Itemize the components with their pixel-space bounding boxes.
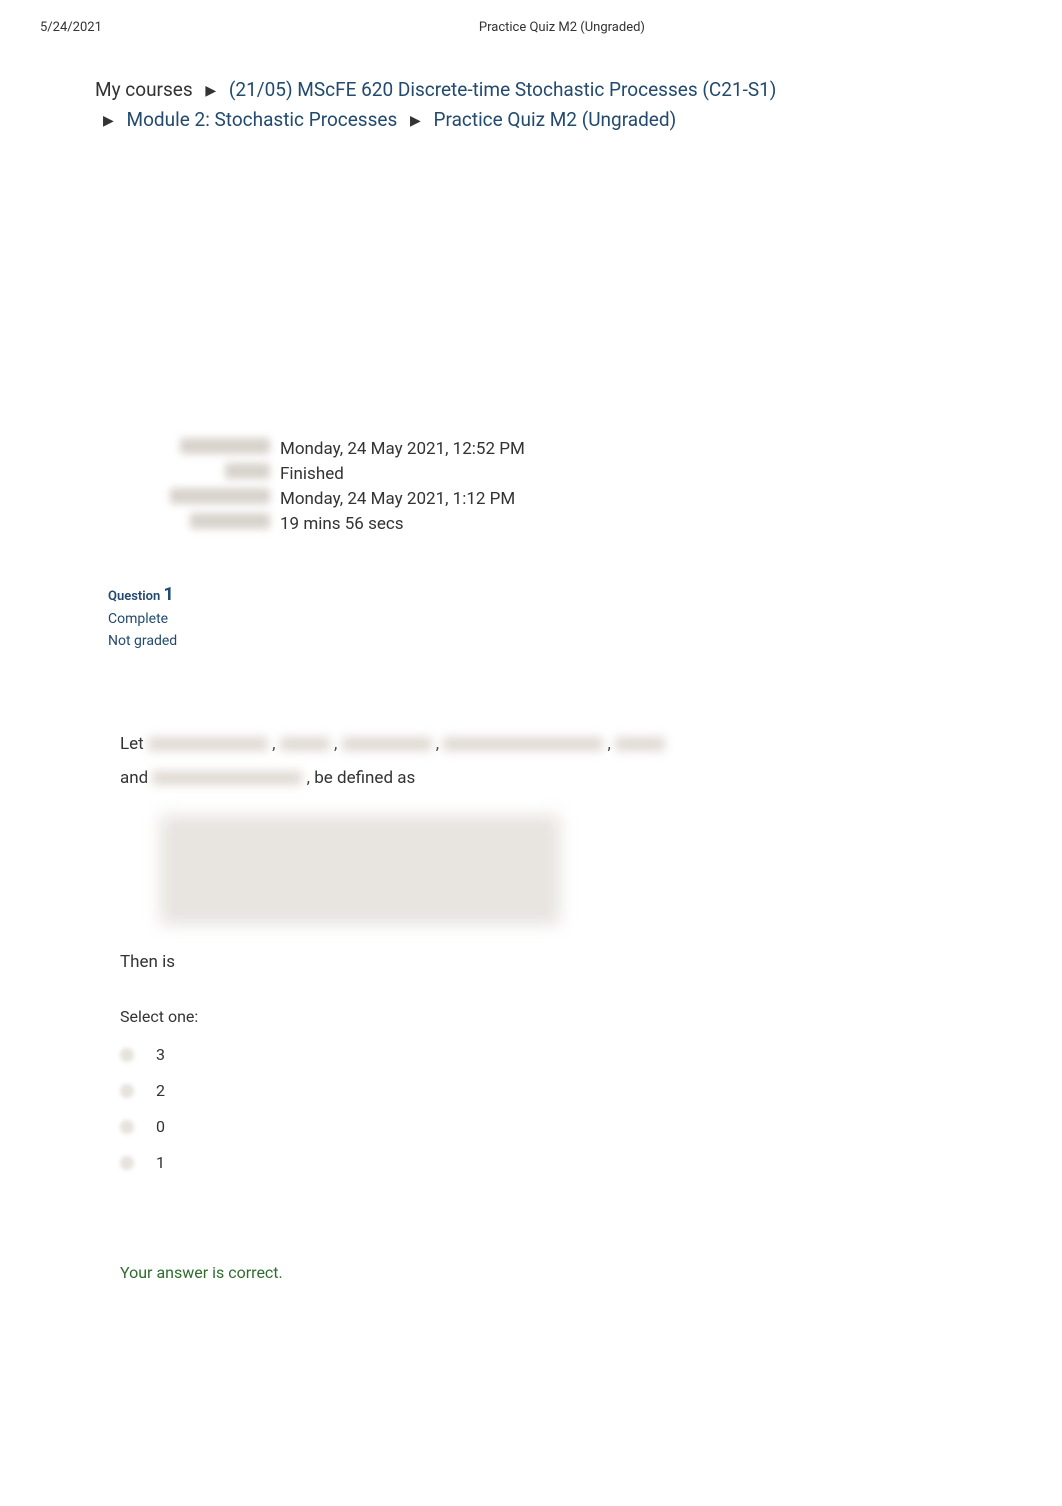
- chevron-right-icon: ▶: [103, 113, 114, 129]
- formula-blur: [280, 737, 330, 751]
- breadcrumb-course[interactable]: (21/05) MScFE 620 Discrete-time Stochast…: [229, 78, 777, 101]
- question-then: Then: [120, 952, 158, 972]
- answer-feedback: Your answer is correct.: [108, 1253, 954, 1342]
- option-row[interactable]: 1: [120, 1147, 942, 1179]
- option-row[interactable]: 0: [120, 1111, 942, 1143]
- question-label: Question: [108, 589, 160, 604]
- question-and: and: [120, 768, 148, 788]
- radio-icon[interactable]: [120, 1120, 134, 1134]
- breadcrumb-page[interactable]: Practice Quiz M2 (Ungraded): [434, 108, 677, 131]
- question-table-image: [160, 815, 560, 925]
- question-number: 1: [164, 584, 174, 605]
- question-let: Let: [120, 734, 144, 754]
- attempt-summary: Monday, 24 May 2021, 12:52 PM Finished M…: [170, 436, 525, 536]
- formula-blur: [615, 737, 665, 751]
- formula-blur: [342, 737, 432, 751]
- question-body: Let , , , , and , be defined as Then is …: [108, 717, 954, 1213]
- time-taken-value: 19 mins 56 secs: [280, 511, 525, 536]
- summary-label-blur: [180, 438, 270, 454]
- radio-icon[interactable]: [120, 1084, 134, 1098]
- summary-label-blur: [170, 488, 270, 504]
- question-header-card: Question 1 Complete Not graded: [108, 566, 972, 667]
- formula-blur: [152, 771, 302, 785]
- summary-label-blur: [225, 463, 270, 479]
- option-label: 3: [156, 1039, 165, 1071]
- formula-blur: [148, 737, 268, 751]
- question-defined-as: , be defined as: [307, 768, 416, 788]
- question-status-complete: Complete: [108, 611, 972, 627]
- answer-options: 3 2 0 1: [120, 1039, 942, 1179]
- select-one-label: Select one:: [120, 1001, 942, 1033]
- breadcrumb-module[interactable]: Module 2: Stochastic Processes: [127, 108, 398, 131]
- radio-icon[interactable]: [120, 1048, 134, 1062]
- completed-on-value: Monday, 24 May 2021, 1:12 PM: [280, 486, 525, 511]
- page-date: 5/24/2021: [40, 20, 102, 35]
- option-label: 0: [156, 1111, 165, 1143]
- page-title-meta: Practice Quiz M2 (Ungraded): [479, 20, 645, 35]
- breadcrumb-root[interactable]: My courses: [95, 78, 193, 101]
- formula-blur: [443, 737, 603, 751]
- chevron-right-icon: ▶: [205, 83, 216, 99]
- radio-icon[interactable]: [120, 1156, 134, 1170]
- question-status-graded: Not graded: [108, 633, 972, 649]
- option-label: 2: [156, 1075, 165, 1107]
- started-on-value: Monday, 24 May 2021, 12:52 PM: [280, 436, 525, 461]
- summary-label-blur: [190, 513, 270, 529]
- option-label: 1: [156, 1147, 165, 1179]
- question-is: is: [162, 952, 175, 972]
- breadcrumb: My courses ▶ (21/05) MScFE 620 Discrete-…: [0, 45, 1062, 136]
- option-row[interactable]: 3: [120, 1039, 942, 1071]
- state-value: Finished: [280, 461, 525, 486]
- chevron-right-icon: ▶: [410, 113, 421, 129]
- option-row[interactable]: 2: [120, 1075, 942, 1107]
